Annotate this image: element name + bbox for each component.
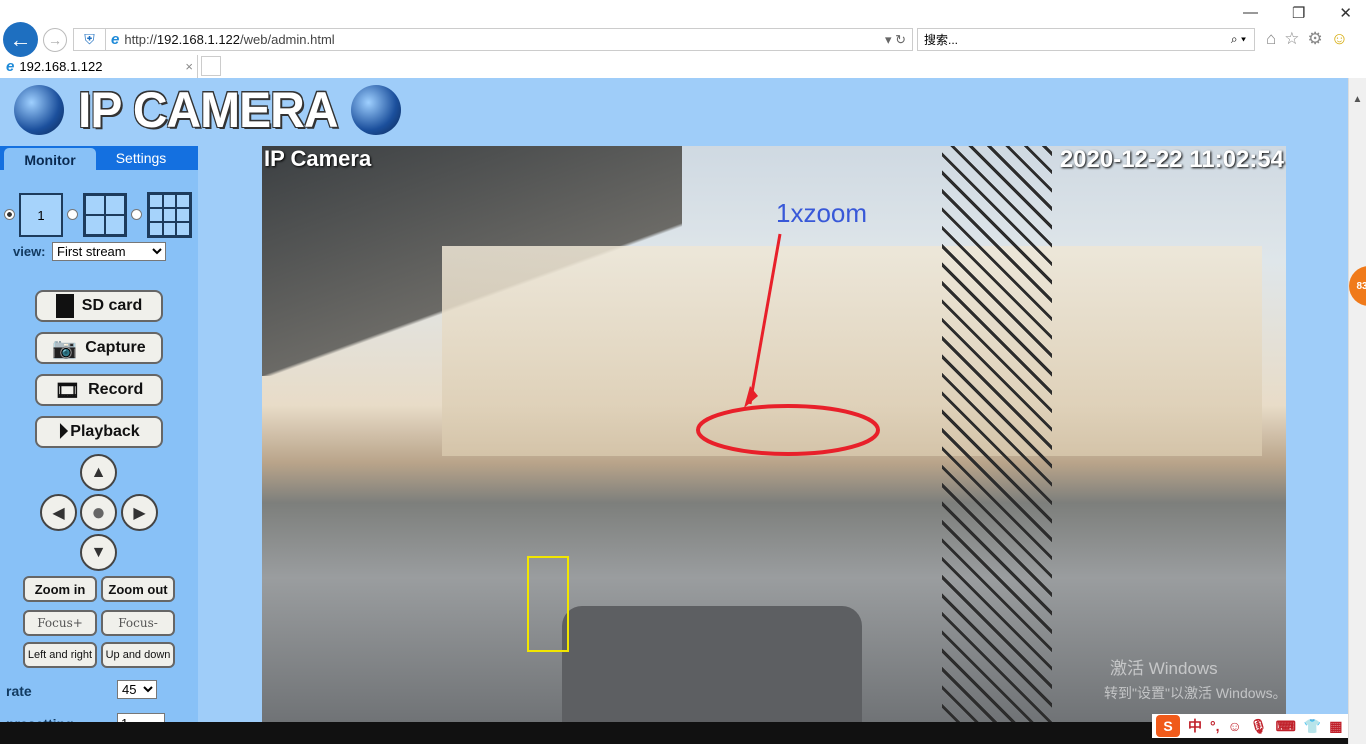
- play-circle-icon: ⏵: [58, 420, 69, 443]
- security-shield-icon[interactable]: ⛨: [74, 29, 106, 50]
- refresh-icon[interactable]: ▾ ↻: [885, 32, 906, 48]
- playback-button[interactable]: ⏵ Playback: [35, 416, 163, 448]
- arrow-down-icon: ▼: [90, 543, 107, 561]
- rate-select[interactable]: 45: [117, 680, 157, 699]
- video-status-bar: [0, 722, 1348, 744]
- minimize-button[interactable]: —: [1243, 4, 1258, 22]
- home-icon[interactable]: ⌂: [1266, 29, 1276, 49]
- circle-icon: ●: [91, 498, 106, 526]
- layout-radio-9[interactable]: [131, 209, 142, 220]
- scrollbar[interactable]: ▲: [1348, 78, 1366, 744]
- capture-button[interactable]: 📷 Capture: [35, 332, 163, 364]
- focus-minus-button[interactable]: Focus-: [101, 610, 175, 636]
- browser-chrome: — ❐ ✕ ← → ⛨ e http://192.168.1.122/web/a…: [0, 0, 1366, 78]
- layout-4-icon[interactable]: [83, 193, 127, 237]
- browser-tab[interactable]: e 192.168.1.122 ×: [0, 55, 198, 78]
- camera-icon: 📷: [52, 337, 78, 360]
- smiley-icon[interactable]: ☺: [1331, 29, 1348, 49]
- skin-shirt-icon[interactable]: 👕: [1304, 718, 1321, 735]
- search-input[interactable]: 搜索... ⌕ ▾: [917, 28, 1255, 51]
- ie-icon: e: [111, 31, 120, 48]
- address-bar[interactable]: ⛨ e http://192.168.1.122/web/admin.html …: [73, 28, 913, 51]
- layout-9-icon[interactable]: [147, 192, 192, 238]
- ime-toolbar[interactable]: S 中 °, ☺ 🎙 ⌨ 👕 ▦: [1152, 714, 1348, 738]
- arrow-right-icon: ▶: [133, 504, 146, 522]
- arrow-left-icon: ◀: [52, 504, 65, 522]
- sd-card-button[interactable]: SD card: [35, 290, 163, 322]
- annotation-overlay: [696, 233, 880, 456]
- record-button[interactable]: 🎞 Record: [35, 374, 163, 406]
- up-down-cruise-button[interactable]: Up and down: [101, 642, 175, 668]
- panel-tabs: Monitor Settings: [0, 146, 198, 172]
- restore-button[interactable]: ❐: [1292, 4, 1305, 22]
- ie-icon: e: [6, 58, 15, 75]
- annotation-arrowhead: [744, 386, 758, 408]
- zoom-in-button[interactable]: Zoom in: [23, 576, 97, 602]
- url-text[interactable]: http://192.168.1.122/web/admin.html: [124, 32, 334, 47]
- globe-icon: [351, 85, 402, 135]
- favorites-star-icon[interactable]: ☆: [1284, 29, 1299, 49]
- toolbar-icons: ⌂ ☆ ⚙ ☺: [1266, 29, 1348, 49]
- close-tab-icon[interactable]: ×: [185, 59, 193, 74]
- zoom-out-button[interactable]: Zoom out: [101, 576, 175, 602]
- annotation-arrow: [748, 233, 782, 405]
- sogou-logo-icon: S: [1156, 715, 1180, 737]
- annotation-ellipse: [696, 404, 880, 456]
- layout-1-icon[interactable]: 1: [19, 193, 63, 237]
- close-window-button[interactable]: ✕: [1339, 4, 1352, 22]
- ptz-center-button[interactable]: ●: [80, 494, 117, 531]
- logo: IP CAMERA: [14, 82, 402, 138]
- search-icon[interactable]: ⌕ ▾: [1231, 32, 1246, 47]
- video-feed[interactable]: IP Camera 2020-12-22 11:02:54 1xzoom: [262, 146, 1286, 722]
- ptz-up-button[interactable]: ▲: [80, 454, 117, 491]
- tab-monitor[interactable]: Monitor: [4, 148, 96, 172]
- gear-icon[interactable]: ⚙: [1308, 29, 1323, 49]
- ptz-down-button[interactable]: ▼: [80, 534, 117, 571]
- layout-radio-4[interactable]: [67, 209, 78, 220]
- windows-activation-watermark: 激活 Windows 转到"设置"以激活 Windows。: [1104, 659, 1287, 701]
- punctuation-toggle[interactable]: °,: [1210, 718, 1220, 734]
- forward-button[interactable]: →: [43, 28, 67, 52]
- film-icon: 🎞: [54, 379, 81, 402]
- sd-card-icon: [55, 294, 74, 318]
- globe-icon: [14, 85, 64, 135]
- focus-plus-button[interactable]: Focus+: [23, 610, 97, 636]
- keyboard-icon[interactable]: ⌨: [1276, 718, 1296, 735]
- new-tab-button[interactable]: [201, 56, 221, 76]
- ptz-left-button[interactable]: ◀: [40, 494, 77, 531]
- window-controls: — ❐ ✕: [1243, 4, 1352, 22]
- back-button[interactable]: ←: [3, 22, 38, 57]
- tab-settings[interactable]: Settings: [96, 146, 186, 170]
- emoji-icon[interactable]: ☺: [1228, 718, 1242, 734]
- view-stream-select[interactable]: First stream: [52, 242, 166, 261]
- toolbox-grid-icon[interactable]: ▦: [1329, 718, 1342, 735]
- arrow-up-icon: ▲: [90, 463, 107, 481]
- left-right-cruise-button[interactable]: Left and right: [23, 642, 97, 668]
- ptz-right-button[interactable]: ▶: [121, 494, 158, 531]
- layout-radio-1[interactable]: [4, 209, 15, 220]
- microphone-icon[interactable]: 🎙: [1250, 718, 1268, 735]
- ime-mode-toggle[interactable]: 中: [1188, 716, 1202, 736]
